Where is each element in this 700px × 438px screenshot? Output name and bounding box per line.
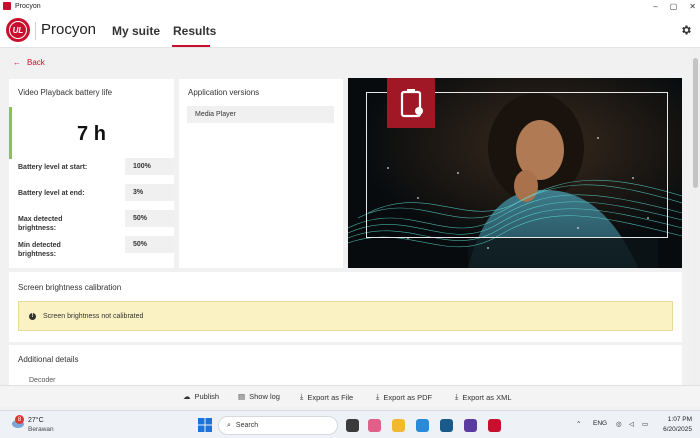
stat-value: 3%: [125, 184, 174, 201]
gear-icon[interactable]: [680, 24, 692, 36]
file-explorer-icon[interactable]: [392, 419, 405, 432]
export-file-label: Export as File: [307, 392, 354, 402]
logo-divider: [35, 22, 36, 40]
export-pdf-label: Export as PDF: [383, 392, 433, 402]
battery-badge-icon: [387, 78, 435, 128]
application-versions-card: Application versions Media Player: [179, 79, 343, 268]
stat-label: Min detected brightness:: [18, 242, 61, 258]
cloud-upload-icon: ☁: [183, 392, 191, 401]
close-button[interactable]: ✕: [689, 2, 696, 11]
windows-taskbar: 8 27°C Berawan ⌕ Search ⌃ ENG ◎ ◁ ▭ 1:07…: [0, 410, 700, 438]
stat-label: Battery level at end:: [18, 190, 85, 197]
nav-results[interactable]: Results: [173, 24, 216, 38]
back-link[interactable]: ← Back: [13, 58, 45, 67]
show-log-label: Show log: [249, 392, 280, 401]
scrollbar[interactable]: [691, 48, 700, 385]
download-icon: ⤓: [455, 392, 459, 401]
action-bar: ☁ Publish ▤ Show log ⤓ Export as File ⤓ …: [0, 385, 700, 407]
weather-temperature[interactable]: 27°C: [28, 417, 44, 424]
additional-details-card: Additional details Decoder: [9, 345, 682, 385]
brand-name: Procyon: [41, 21, 97, 38]
card-title: Application versions: [188, 88, 260, 97]
app-header: UL Procyon My suite Results: [0, 12, 700, 48]
download-icon: ⤓: [376, 392, 380, 401]
card-title: Video Playback battery life: [18, 88, 113, 97]
arrow-left-icon: ←: [13, 58, 21, 67]
taskbar-search[interactable]: ⌕ Search: [218, 416, 338, 435]
decoder-section-label: Decoder: [29, 377, 56, 384]
ul-logo[interactable]: UL: [6, 18, 30, 42]
notification-badge: 8: [15, 415, 24, 424]
app-version-item: Media Player: [187, 106, 334, 123]
export-xml-label: Export as XML: [462, 392, 512, 402]
battery-life-value: 7 h: [77, 123, 106, 145]
search-icon: ⌕: [227, 421, 231, 429]
search-placeholder: Search: [235, 422, 259, 429]
maximize-button[interactable]: ▢: [670, 2, 678, 11]
hero-image: [348, 78, 682, 268]
chevron-up-icon[interactable]: ⌃: [576, 420, 581, 428]
weather-description[interactable]: Berawan: [28, 426, 54, 433]
card-title: Additional details: [18, 355, 79, 364]
back-label: Back: [27, 58, 45, 67]
task-view-icon[interactable]: [346, 419, 359, 432]
export-file-button[interactable]: ⤓ Export as File: [300, 392, 353, 402]
network-icon[interactable]: ◎: [616, 420, 622, 428]
publish-label: Publish: [194, 392, 220, 401]
store-icon[interactable]: [440, 419, 453, 432]
download-icon: ⤓: [300, 392, 304, 401]
battery-icon[interactable]: ▭: [642, 420, 648, 428]
publish-button[interactable]: ☁ Publish: [183, 392, 219, 401]
nav-my-suite[interactable]: My suite: [112, 24, 160, 38]
clock-time[interactable]: 1:07 PM: [662, 416, 692, 423]
window-controls: – ▢ ✕: [653, 0, 696, 12]
stat-label: Battery level at start:: [18, 164, 88, 171]
edge-icon[interactable]: [416, 419, 429, 432]
nav-active-indicator: [172, 45, 210, 47]
stat-value: 50%: [125, 210, 174, 227]
ul-logo-text: UL: [9, 21, 27, 39]
show-log-button[interactable]: ▤ Show log: [238, 392, 280, 401]
scrollbar-thumb[interactable]: [693, 58, 698, 188]
stat-value: 100%: [125, 158, 174, 175]
minimize-button[interactable]: –: [653, 2, 657, 11]
volume-icon[interactable]: ◁: [629, 420, 634, 428]
window-titlebar: Procyon – ▢ ✕: [0, 0, 700, 12]
copilot-icon[interactable]: [368, 419, 381, 432]
window-title: Procyon: [15, 2, 41, 10]
procyon-taskbar-icon[interactable]: [488, 419, 501, 432]
clock-date[interactable]: 6/20/2025: [655, 426, 692, 433]
windows-start-icon[interactable]: [198, 418, 212, 432]
warning-text: Screen brightness not calibrated: [43, 312, 144, 320]
info-icon: !: [29, 312, 36, 320]
calibration-warning: ! Screen brightness not calibrated: [18, 301, 673, 331]
app-icon: [3, 2, 11, 10]
export-pdf-button[interactable]: ⤓ Export as PDF: [376, 392, 432, 402]
card-title: Screen brightness calibration: [18, 283, 122, 292]
battery-life-card: Video Playback battery life 7 h Battery …: [9, 79, 174, 268]
document-icon: ▤: [238, 392, 246, 401]
stat-label: Max detected brightness:: [18, 216, 63, 232]
export-xml-button[interactable]: ⤓ Export as XML: [455, 392, 512, 402]
language-indicator[interactable]: ENG: [593, 420, 607, 427]
visual-studio-icon[interactable]: [464, 419, 477, 432]
calibration-card: Screen brightness calibration ! Screen b…: [9, 272, 682, 342]
stat-value: 50%: [125, 236, 174, 253]
